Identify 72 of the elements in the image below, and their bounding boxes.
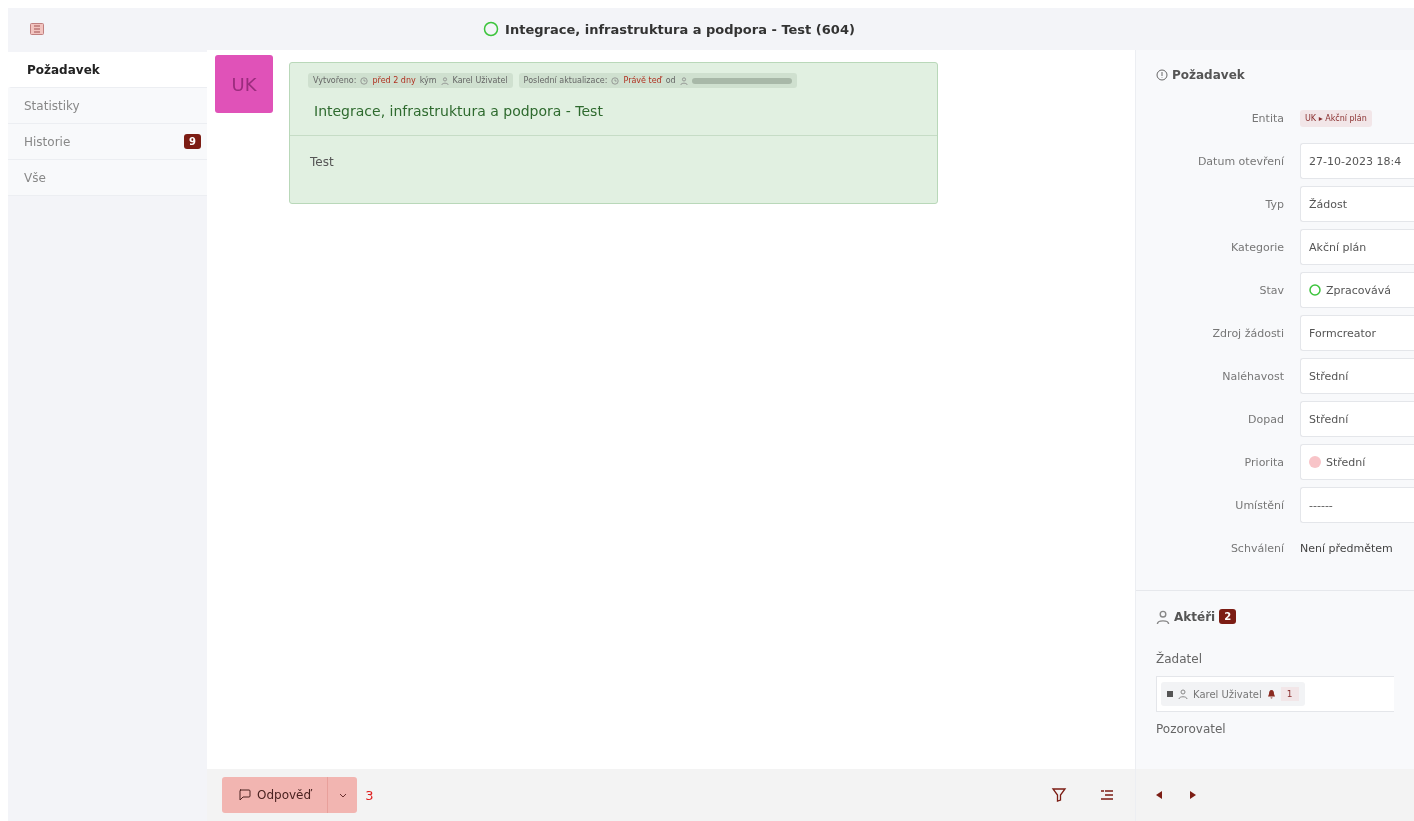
meta-text: od <box>665 76 676 85</box>
form-field[interactable]: Střední <box>1300 358 1414 394</box>
clock-icon <box>611 76 620 85</box>
actor-field[interactable]: Karel Uživatel 1 <box>1156 676 1394 712</box>
count-badge: 9 <box>184 134 201 149</box>
bell-icon <box>1266 689 1276 699</box>
field-label: Dopad <box>1247 412 1284 426</box>
ticket-title: Integrace, infrastruktura a podpora - Test (604) <box>505 21 855 37</box>
notification-count: 1 <box>1280 687 1299 701</box>
priority-value: Střední <box>1326 455 1366 469</box>
form-field[interactable]: ------ <box>1300 487 1414 523</box>
field-label: Entita <box>1250 111 1284 125</box>
form-field[interactable]: Akční plán <box>1300 229 1414 265</box>
meta-time: Právě teď <box>623 76 662 85</box>
panel-icon <box>30 23 44 35</box>
chat-icon <box>238 789 251 801</box>
meta-label: Poslední aktualizace: <box>523 76 608 85</box>
section-title: Aktéři <box>1174 609 1216 624</box>
section-title: Požadavek <box>1172 68 1245 82</box>
next-button[interactable] <box>1190 791 1196 799</box>
person-icon <box>1156 609 1170 624</box>
sidebar-tab[interactable]: Statistiky <box>8 88 207 124</box>
status-circle-icon <box>483 21 500 37</box>
filter-icon[interactable] <box>1051 787 1067 803</box>
meta-text: kým <box>419 76 437 85</box>
right-triangle-icon <box>1190 791 1196 799</box>
priority-field[interactable]: Střední <box>1300 444 1414 480</box>
field-label: Typ <box>1264 197 1284 211</box>
form-field[interactable]: Formcreator <box>1300 315 1414 351</box>
group-label: Pozorovatel <box>1156 722 1227 736</box>
field-label: Umístění <box>1234 498 1284 512</box>
meta-user: Karel Uživatel <box>452 76 508 85</box>
meta-time: před 2 dny <box>372 76 416 85</box>
person-icon <box>679 76 688 85</box>
tab-label: Statistiky <box>24 98 80 113</box>
tab-label: Historie <box>24 134 71 149</box>
field-label: Zdroj žádosti <box>1211 326 1284 340</box>
form-field[interactable]: Žádost <box>1300 186 1414 222</box>
field-label: Datum otevření <box>1196 154 1284 168</box>
person-icon <box>440 76 449 85</box>
group-label: Žadatel <box>1156 652 1203 666</box>
form-field[interactable]: 27-10-2023 18:4 <box>1300 143 1414 179</box>
previous-button[interactable] <box>1156 791 1162 799</box>
field-label: Naléhavost <box>1221 369 1284 383</box>
message-content: Test <box>309 154 335 171</box>
count-badge: 2 <box>1219 609 1237 624</box>
message-title: Integrace, infrastruktura a podpora - Test <box>290 88 937 136</box>
avatar: UK <box>215 55 273 113</box>
approval-text: Není předmětem <box>1300 541 1394 555</box>
left-triangle-icon <box>1156 791 1162 799</box>
tab-label: Požadavek <box>27 62 100 77</box>
info-icon <box>1156 69 1168 81</box>
entity-tag: UK ▸ Akční plán <box>1300 109 1372 127</box>
tab-label: Vše <box>24 170 46 185</box>
status-value: Zpracovává <box>1326 283 1392 297</box>
meta-label: Vytvořeno: <box>313 76 357 85</box>
form-field[interactable]: Střední <box>1300 401 1414 437</box>
field-label: Schválení <box>1229 541 1284 555</box>
status-field[interactable]: Zpracovává <box>1300 272 1414 308</box>
status-circle-icon <box>1309 284 1321 296</box>
field-label: Priorita <box>1243 455 1284 469</box>
field-label: Kategorie <box>1230 240 1284 254</box>
reply-button[interactable]: Odpověď <box>222 777 328 813</box>
clock-icon <box>360 76 369 85</box>
field-label: Stav <box>1258 283 1284 297</box>
list-icon[interactable] <box>1099 787 1115 803</box>
caret-icon <box>338 792 347 798</box>
sidebar-tab[interactable]: Historie 9 <box>8 124 207 160</box>
sidebar-tab[interactable]: Požadavek <box>8 52 207 88</box>
count-text: 3 <box>365 787 374 803</box>
actor-name: Karel Uživatel <box>1193 688 1262 700</box>
person-icon <box>1178 689 1188 699</box>
